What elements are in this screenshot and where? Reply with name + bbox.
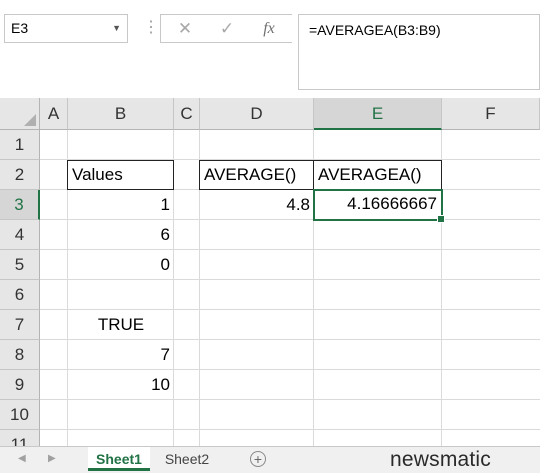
- insert-function-icon[interactable]: fx: [249, 15, 289, 42]
- scroll-left-icon[interactable]: ◀: [18, 453, 26, 464]
- row-header-4[interactable]: 4: [0, 220, 40, 250]
- sheet-tab-bar: ◀ ▶ Sheet1 Sheet2 + newsmatic: [0, 446, 540, 473]
- cell-b7[interactable]: TRUE: [68, 310, 174, 340]
- enter-icon[interactable]: ✓: [207, 15, 247, 42]
- column-header-b[interactable]: B: [68, 98, 174, 130]
- row-header-7[interactable]: 7: [0, 310, 40, 340]
- row-header-6[interactable]: 6: [0, 280, 40, 310]
- cancel-icon[interactable]: ✕: [165, 15, 205, 42]
- row-header-1[interactable]: 1: [0, 130, 40, 160]
- column-header-d[interactable]: D: [200, 98, 314, 130]
- column-header-f[interactable]: F: [442, 98, 540, 130]
- fill-handle[interactable]: [437, 215, 445, 223]
- cell-b3[interactable]: 1: [68, 190, 174, 220]
- row-header-10[interactable]: 10: [0, 400, 40, 430]
- column-header-c[interactable]: C: [174, 98, 200, 130]
- row-header-3[interactable]: 3: [0, 190, 40, 220]
- formula-buttons: ✕ ✓ fx: [160, 14, 292, 43]
- spreadsheet-grid: A B C D E F 1 2 3 4 5 6 7 8 9 10 11 Valu…: [0, 98, 540, 448]
- row-header-8[interactable]: 8: [0, 340, 40, 370]
- name-box[interactable]: E3 ▼: [4, 14, 128, 43]
- cell-b2[interactable]: Values: [67, 160, 174, 190]
- formula-bar-area: E3 ▼ ⋮ ✕ ✓ fx =AVERAGEA(B3:B9): [0, 0, 540, 98]
- cell-b5[interactable]: 0: [68, 250, 174, 280]
- cell-b4[interactable]: 6: [68, 220, 174, 250]
- watermark-logo: newsmatic: [390, 448, 491, 471]
- row-header-9[interactable]: 9: [0, 370, 40, 400]
- column-header-a[interactable]: A: [40, 98, 68, 130]
- select-all-button[interactable]: [0, 98, 40, 130]
- tab-sheet2[interactable]: Sheet2: [156, 447, 218, 471]
- chevron-down-icon[interactable]: ▼: [112, 15, 121, 42]
- column-header-e[interactable]: E: [314, 98, 442, 130]
- tab-sheet1[interactable]: Sheet1: [88, 447, 150, 471]
- formula-input[interactable]: =AVERAGEA(B3:B9): [298, 14, 540, 90]
- scroll-right-icon[interactable]: ▶: [48, 453, 56, 464]
- cell-e3-active[interactable]: 4.16666667: [313, 189, 445, 223]
- gridline: [40, 429, 540, 430]
- cell-d2[interactable]: AVERAGE(): [199, 160, 314, 190]
- cell-b9[interactable]: 10: [68, 370, 174, 400]
- more-options-icon[interactable]: ⋮: [143, 16, 159, 40]
- row-header-2[interactable]: 2: [0, 160, 40, 190]
- cell-e2[interactable]: AVERAGEA(): [313, 160, 442, 190]
- add-sheet-icon[interactable]: +: [250, 451, 266, 467]
- cell-d3[interactable]: 4.8: [200, 190, 314, 220]
- name-box-value: E3: [11, 20, 29, 36]
- cell-b8[interactable]: 7: [68, 340, 174, 370]
- row-header-5[interactable]: 5: [0, 250, 40, 280]
- cell-e3-value: 4.16666667: [347, 194, 437, 213]
